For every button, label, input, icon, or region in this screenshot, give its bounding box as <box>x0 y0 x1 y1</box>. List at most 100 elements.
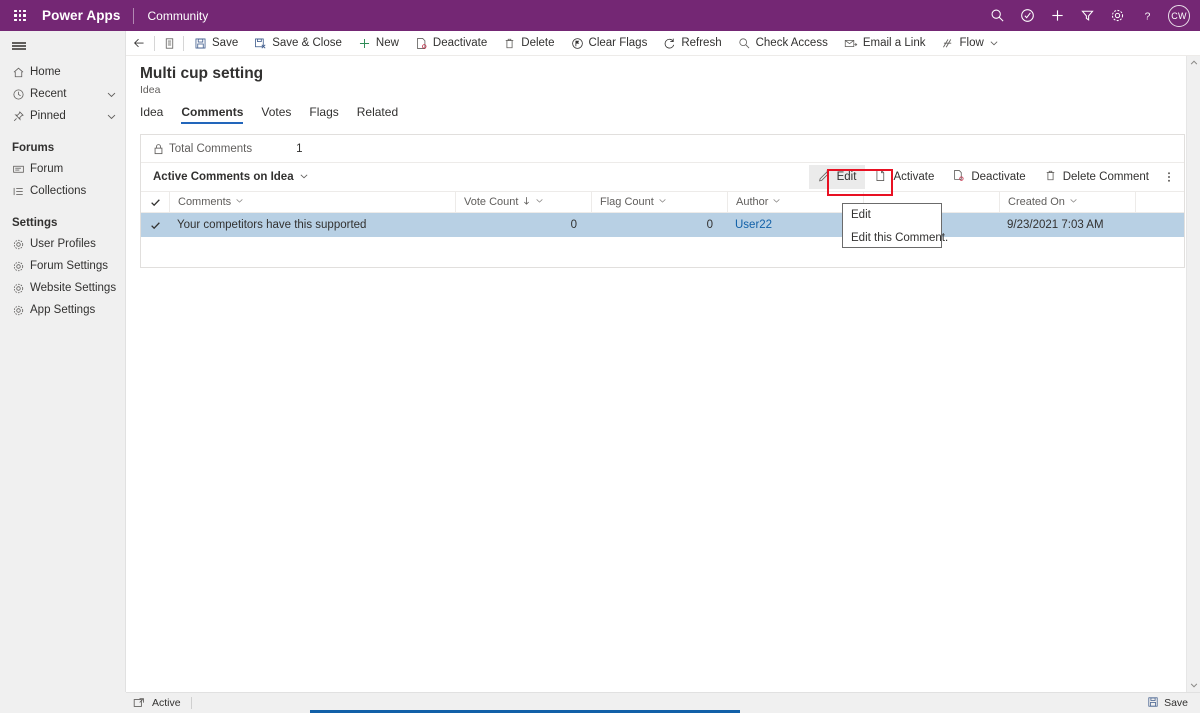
select-all-checkbox[interactable] <box>141 197 169 208</box>
gear-icon[interactable] <box>1102 0 1132 31</box>
page-title: Multi cup setting <box>140 65 264 82</box>
chevron-down-icon[interactable] <box>235 196 244 208</box>
column-header-created-on[interactable]: Created On <box>999 191 1135 213</box>
clear-flags-button[interactable]: Clear Flags <box>563 31 656 56</box>
check-access-button[interactable]: Check Access <box>730 31 836 56</box>
sidebar-item-label: User Profiles <box>30 238 96 250</box>
command-divider <box>183 35 184 51</box>
refresh-button[interactable]: Refresh <box>655 31 729 56</box>
filter-icon[interactable] <box>1072 0 1102 31</box>
activate-button-label: Activate <box>893 171 935 183</box>
activate-button[interactable]: Activate <box>865 165 943 189</box>
tab-flags[interactable]: Flags <box>300 105 347 124</box>
deactivate-button[interactable]: Deactivate <box>943 165 1034 189</box>
chevron-down-icon[interactable] <box>106 89 117 100</box>
chevron-down-icon[interactable] <box>1187 678 1200 692</box>
new-button[interactable]: New <box>350 31 407 56</box>
delete-comment-button[interactable]: Delete Comment <box>1035 165 1158 189</box>
chevron-down-icon[interactable] <box>989 38 999 48</box>
save-and-close-button[interactable]: Save & Close <box>246 31 350 56</box>
environment-name[interactable]: Community <box>134 9 209 23</box>
sidebar-item-label: Forum Settings <box>30 260 108 272</box>
gear-icon <box>12 238 30 251</box>
save-close-icon <box>254 37 267 50</box>
cell-created-on[interactable]: 9/23/2021 7:03 AM <box>999 219 1135 231</box>
author-link[interactable]: User22 <box>735 219 772 231</box>
column-header-label: Vote Count <box>464 196 519 208</box>
cell-flag-count[interactable]: 0 <box>591 219 727 231</box>
column-header-flag-count[interactable]: Flag Count <box>591 191 727 213</box>
deactivate-button[interactable]: Deactivate <box>407 31 495 56</box>
sidebar-item-recent[interactable]: Recent <box>0 83 125 105</box>
search-icon[interactable] <box>982 0 1012 31</box>
tab-idea[interactable]: Idea <box>140 105 172 124</box>
tab-votes[interactable]: Votes <box>252 105 300 124</box>
pencil-icon <box>818 169 831 185</box>
sidebar-item-label: Pinned <box>30 110 66 122</box>
chevron-down-icon[interactable] <box>1069 196 1078 208</box>
sidebar-item-forum[interactable]: Forum <box>0 158 125 180</box>
more-vertical-icon[interactable] <box>1158 165 1180 189</box>
gear-icon <box>12 260 30 273</box>
open-record-icon[interactable] <box>126 697 152 709</box>
table-row[interactable]: Your competitors have this supported 0 0… <box>141 213 1184 237</box>
delete-button[interactable]: Delete <box>495 31 562 56</box>
sidebar-item-pinned[interactable]: Pinned <box>0 105 125 127</box>
flow-button[interactable]: Flow <box>933 31 1006 56</box>
help-icon[interactable]: ? <box>1132 0 1162 31</box>
avatar[interactable]: CW <box>1168 4 1190 27</box>
chevron-down-icon[interactable] <box>658 196 667 208</box>
vertical-scrollbar[interactable] <box>1186 56 1200 692</box>
entity-name: Idea <box>140 84 161 96</box>
form-icon[interactable] <box>157 31 181 56</box>
delete-button-label: Delete <box>521 37 555 49</box>
tag-check-icon[interactable] <box>1012 0 1042 31</box>
sidebar-item-website-settings[interactable]: Website Settings <box>0 277 125 299</box>
waffle-grid-icon[interactable] <box>0 0 40 31</box>
cell-vote-count[interactable]: 0 <box>455 219 591 231</box>
arrow-left-icon[interactable] <box>126 31 152 56</box>
sidebar: Home Recent Pinned Forums Forum Collecti… <box>0 31 126 713</box>
chevron-up-icon[interactable] <box>1187 56 1200 70</box>
form-tabs: Idea Comments Votes Flags Related <box>126 96 1186 124</box>
brand-title[interactable]: Power Apps <box>40 8 133 23</box>
save-button[interactable]: Save <box>186 31 246 56</box>
plus-icon[interactable] <box>1042 0 1072 31</box>
row-checkbox[interactable] <box>141 220 169 231</box>
column-header-vote-count[interactable]: Vote Count <box>455 191 591 213</box>
email-a-link-button[interactable]: Email a Link <box>836 31 934 56</box>
cell-comment[interactable]: Your competitors have this supported <box>169 219 455 231</box>
lock-icon <box>153 143 164 155</box>
edit-button-label: Edit <box>836 171 857 183</box>
new-button-label: New <box>375 37 399 49</box>
gear-icon <box>12 304 30 317</box>
tab-comments[interactable]: Comments <box>172 105 252 124</box>
tab-related[interactable]: Related <box>348 105 407 124</box>
sidebar-item-user-profiles[interactable]: User Profiles <box>0 233 125 255</box>
chevron-down-icon[interactable] <box>535 196 544 208</box>
sidebar-item-label: Home <box>30 66 61 78</box>
edit-button[interactable]: Edit <box>808 165 866 189</box>
tooltip-title: Edit <box>851 209 871 221</box>
column-header-comments[interactable]: Comments <box>169 191 455 213</box>
check-access-button-label: Check Access <box>755 37 828 49</box>
save-icon <box>1147 696 1159 711</box>
sidebar-item-label: App Settings <box>30 304 96 316</box>
view-selector-label: Active Comments on Idea <box>153 171 294 183</box>
chevron-down-icon[interactable] <box>299 171 309 184</box>
sidebar-item-home[interactable]: Home <box>0 61 125 83</box>
deactivate-icon <box>952 169 965 185</box>
sidebar-item-app-settings[interactable]: App Settings <box>0 299 125 321</box>
email-link-icon <box>844 37 858 50</box>
view-selector[interactable]: Active Comments on Idea <box>153 171 309 184</box>
top-bar-actions: ? CW <box>982 0 1200 31</box>
sidebar-group-settings: Settings <box>12 217 58 229</box>
sidebar-item-collections[interactable]: Collections <box>0 180 125 202</box>
sidebar-item-label: Collections <box>30 185 87 197</box>
footer-save-button[interactable]: Save <box>1147 696 1200 711</box>
chevron-down-icon[interactable] <box>772 196 781 208</box>
hamburger-icon[interactable] <box>0 31 125 61</box>
chevron-down-icon[interactable] <box>106 111 117 122</box>
sidebar-item-forum-settings[interactable]: Forum Settings <box>0 255 125 277</box>
list-icon <box>12 185 30 198</box>
